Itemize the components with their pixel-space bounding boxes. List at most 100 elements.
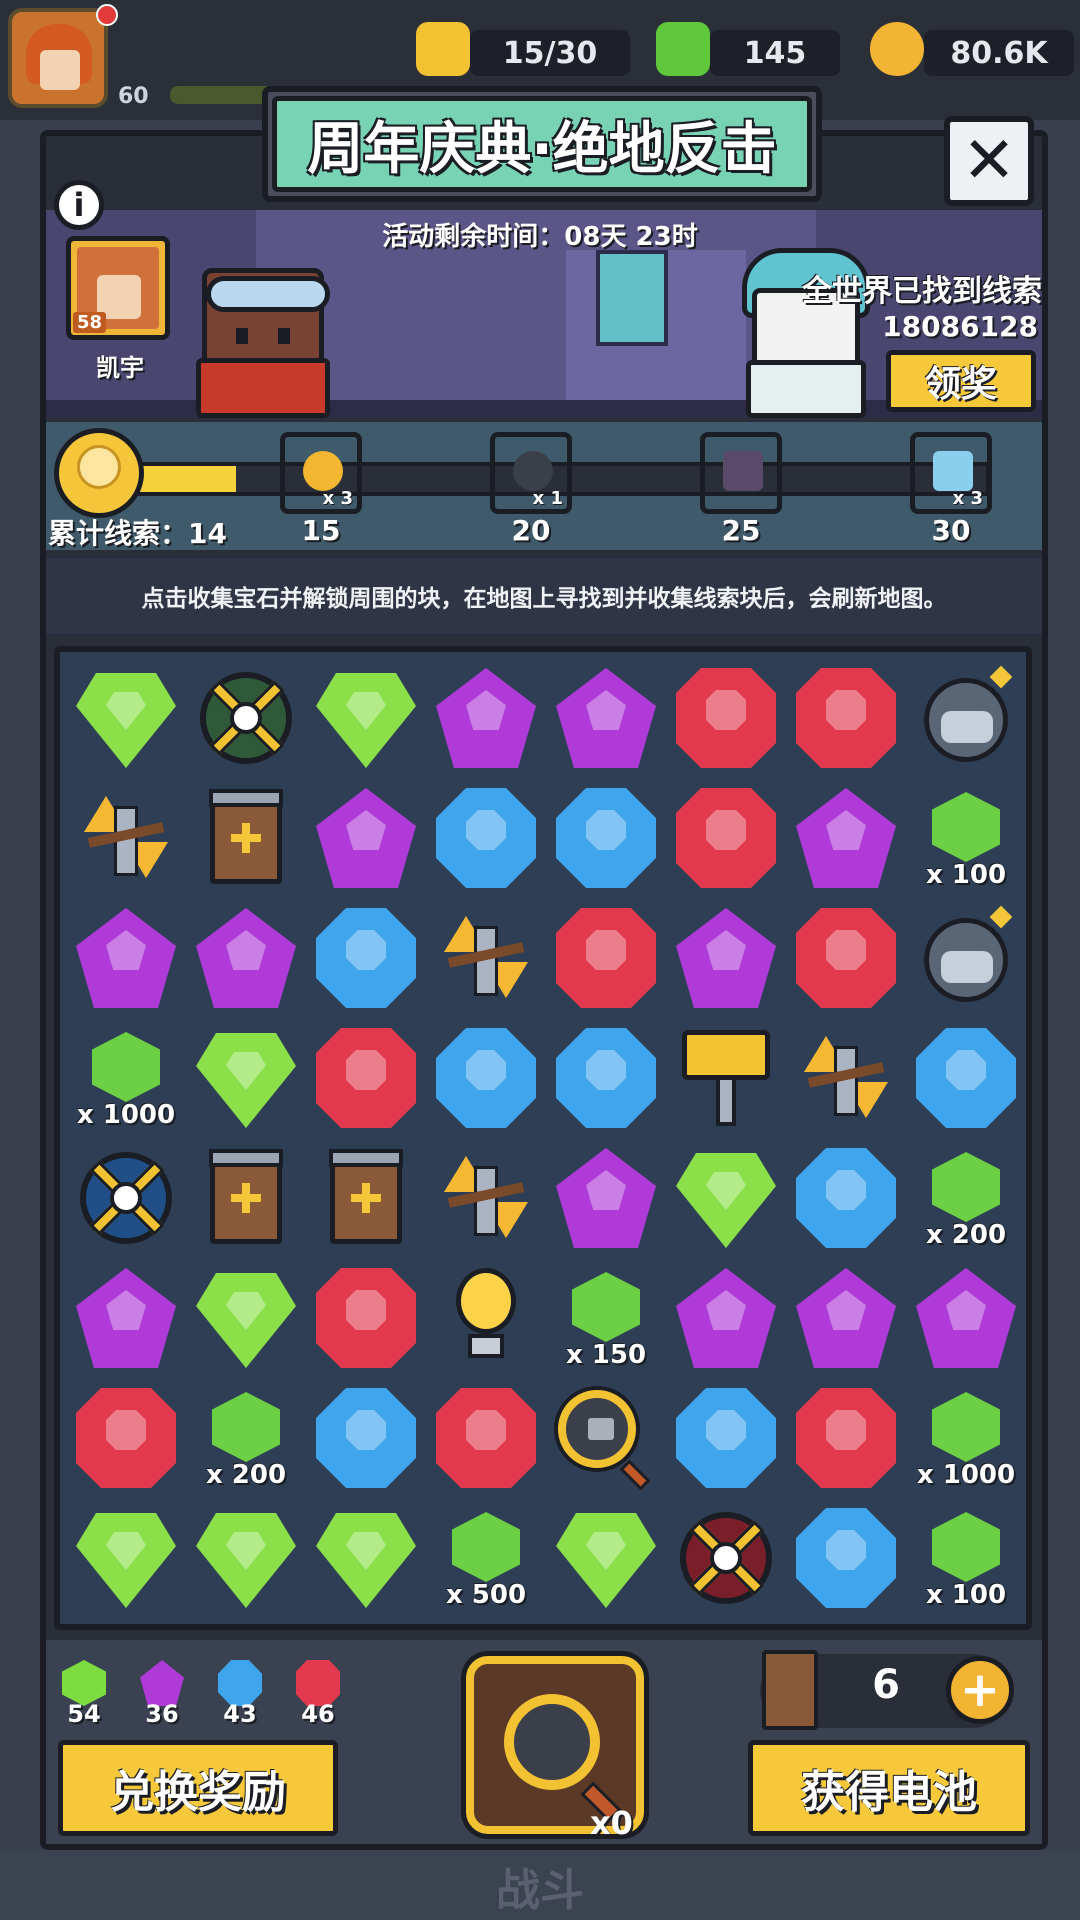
blue-gem[interactable] — [546, 778, 666, 898]
red-gem[interactable] — [786, 898, 906, 1018]
key-icon — [303, 451, 343, 491]
arrow-signpost-icon[interactable] — [426, 898, 546, 1018]
purple-gem[interactable] — [666, 898, 786, 1018]
total-clues-value: 14 — [188, 517, 227, 550]
battery-icon[interactable] — [186, 778, 306, 898]
player-portrait[interactable]: 58 — [66, 236, 170, 340]
bomb-icon[interactable] — [906, 658, 1026, 778]
purple-gem[interactable] — [426, 658, 546, 778]
red-gem[interactable] — [426, 1378, 546, 1498]
claim-reward-button[interactable]: 领奖 — [886, 350, 1036, 412]
green-gem[interactable] — [66, 658, 186, 778]
purple-gem[interactable] — [306, 778, 426, 898]
event-title: 周年庆典·绝地反击 — [272, 96, 812, 192]
blue-gem[interactable] — [426, 1018, 546, 1138]
event-time-label: 活动剩余时间： — [382, 222, 565, 252]
red-gem[interactable] — [306, 1018, 426, 1138]
info-button[interactable]: i — [54, 180, 104, 230]
event-time-remaining: 活动剩余时间：08天 23时 — [300, 216, 780, 253]
nav-battle-label[interactable]: 战斗 — [480, 1854, 600, 1918]
green-gem[interactable] — [306, 658, 426, 778]
purple-gem[interactable] — [546, 658, 666, 778]
green-crosshair-bomb[interactable] — [186, 658, 306, 778]
red-gem[interactable] — [66, 1378, 186, 1498]
gem-reward-tile[interactable]: x 200 — [906, 1138, 1026, 1258]
green-gem[interactable] — [186, 1258, 306, 1378]
blue-gem[interactable] — [906, 1018, 1026, 1138]
blue-gem[interactable] — [546, 1018, 666, 1138]
clue-progress-fill — [134, 466, 236, 492]
arrow-signpost-icon[interactable] — [786, 1018, 906, 1138]
coin-counter: 80.6K — [924, 30, 1074, 76]
gem-reward-qty: x 200 — [205, 1460, 287, 1490]
purple-gem[interactable] — [546, 1138, 666, 1258]
gem-counter: 145 — [710, 30, 840, 76]
hammer-icon[interactable] — [666, 1018, 786, 1138]
green-gem-count: 54 — [67, 1700, 101, 1728]
gem-reward-tile[interactable]: x 1000 — [906, 1378, 1026, 1498]
close-button[interactable]: ✕ — [944, 116, 1034, 206]
milestone-qty: x 1 — [532, 488, 563, 509]
milestone-reward-1[interactable]: x 3 — [280, 432, 362, 514]
purple-gem[interactable] — [66, 1258, 186, 1378]
gem-reward-qty: x 500 — [445, 1580, 527, 1610]
magnifier-icon[interactable] — [546, 1378, 666, 1498]
gem-reward-tile[interactable]: x 100 — [906, 778, 1026, 898]
blue-gem[interactable] — [786, 1138, 906, 1258]
energy-icon[interactable] — [416, 22, 470, 76]
blue-gem[interactable] — [306, 1378, 426, 1498]
red-crosshair-bomb[interactable] — [666, 1498, 786, 1618]
arrow-signpost-icon[interactable] — [66, 778, 186, 898]
red-gem[interactable] — [666, 778, 786, 898]
gem-reward-tile[interactable]: x 150 — [546, 1258, 666, 1378]
gem-reward-tile[interactable]: x 100 — [906, 1498, 1026, 1618]
battery-icon[interactable] — [186, 1138, 306, 1258]
purple-gem[interactable] — [66, 898, 186, 1018]
red-gem[interactable] — [786, 658, 906, 778]
bomb-icon[interactable] — [906, 898, 1026, 1018]
exchange-reward-button[interactable]: 兑换奖励 — [58, 1740, 338, 1836]
battery-icon[interactable] — [306, 1138, 426, 1258]
purple-gem[interactable] — [786, 1258, 906, 1378]
event-time-value: 08天 23时 — [564, 222, 698, 252]
world-clue-count: 18086128 — [882, 310, 1038, 343]
red-gem[interactable] — [546, 898, 666, 1018]
lightbulb-icon[interactable] — [426, 1258, 546, 1378]
gem-reward-tile[interactable]: x 200 — [186, 1378, 306, 1498]
green-gem[interactable] — [546, 1498, 666, 1618]
purple-gem[interactable] — [906, 1258, 1026, 1378]
blue-gem[interactable] — [426, 778, 546, 898]
red-gem[interactable] — [786, 1378, 906, 1498]
milestone-reward-2[interactable]: x 1 — [490, 432, 572, 514]
green-gem[interactable] — [186, 1498, 306, 1618]
gem-reward-tile[interactable]: x 500 — [426, 1498, 546, 1618]
world-clue-title: 全世界已找到线索 — [802, 274, 1042, 309]
gem-currency-icon[interactable] — [656, 22, 710, 76]
green-gem[interactable] — [66, 1498, 186, 1618]
add-battery-button[interactable]: + — [946, 1656, 1014, 1724]
red-gem[interactable] — [306, 1258, 426, 1378]
lock-icon — [513, 451, 553, 491]
purple-gem[interactable] — [666, 1258, 786, 1378]
green-gem[interactable] — [306, 1498, 426, 1618]
milestone-reward-3[interactable] — [700, 432, 782, 514]
magnifier-icon — [504, 1694, 600, 1790]
milestone-reward-4[interactable]: x 3 — [910, 432, 992, 514]
red-gem[interactable] — [666, 658, 786, 778]
get-battery-button[interactable]: 获得电池 — [748, 1740, 1030, 1836]
blue-gem[interactable] — [786, 1498, 906, 1618]
milestone-qty: x 3 — [322, 488, 353, 509]
gem-reward-tile[interactable]: x 1000 — [66, 1018, 186, 1138]
blue-gem[interactable] — [666, 1378, 786, 1498]
green-gem[interactable] — [186, 1018, 306, 1138]
coin-icon[interactable] — [870, 22, 924, 76]
blue-gem[interactable] — [306, 898, 426, 1018]
green-gem[interactable] — [666, 1138, 786, 1258]
purple-gem[interactable] — [186, 898, 306, 1018]
blue-crosshair-bomb[interactable] — [66, 1138, 186, 1258]
purple-gem[interactable] — [786, 778, 906, 898]
instructions-text: 点击收集宝石并解锁周围的块，在地图上寻找到并收集线索块后，会刷新地图。 — [46, 558, 1042, 634]
player-avatar-top[interactable] — [8, 8, 108, 108]
milestone-value: 20 — [511, 514, 551, 547]
arrow-signpost-icon[interactable] — [426, 1138, 546, 1258]
